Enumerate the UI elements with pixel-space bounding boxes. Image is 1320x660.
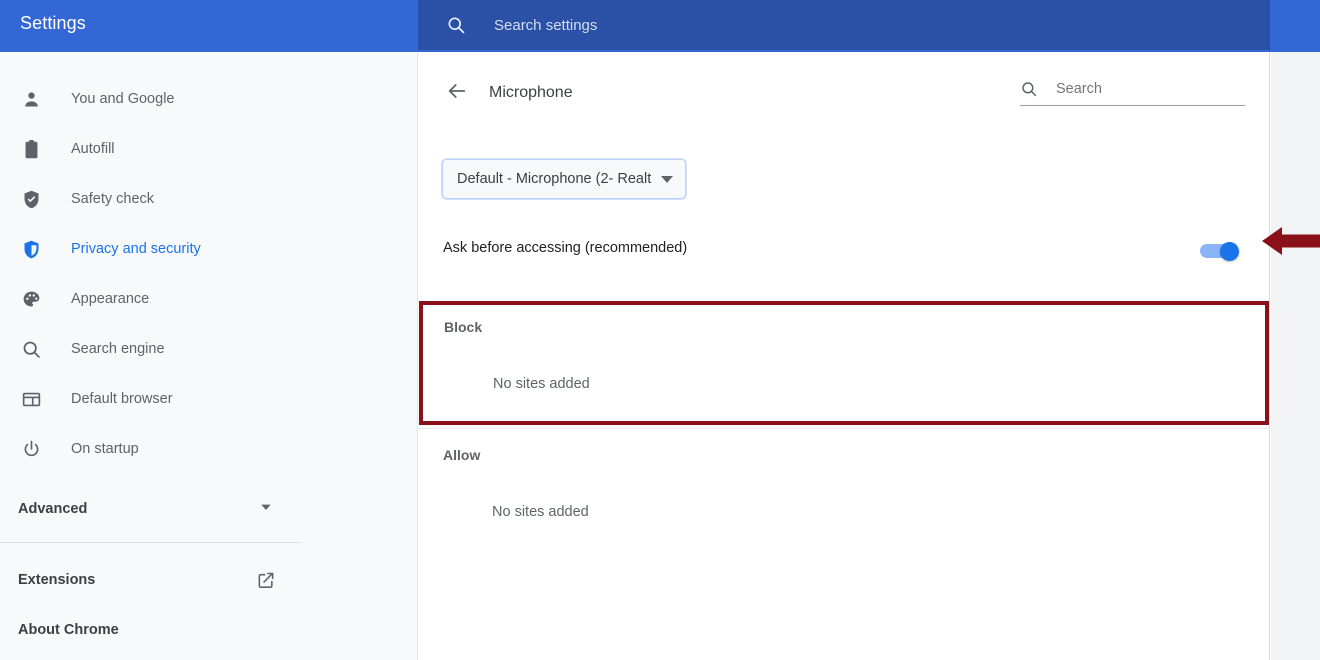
sidebar-item-label: Appearance <box>71 291 150 307</box>
sidebar-extensions-label: Extensions <box>18 572 96 588</box>
page-title: Microphone <box>489 84 573 101</box>
block-section: Block No sites added <box>419 301 1269 425</box>
sidebar-item-label: On startup <box>71 441 139 457</box>
sidebar-item-default-browser[interactable]: Default browser <box>0 374 417 424</box>
sidebar-item-label: Privacy and security <box>71 241 201 257</box>
chevron-down-icon <box>258 499 274 519</box>
settings-page: Settings Search settings You and Google <box>0 0 1320 660</box>
ask-before-accessing-row: Ask before accessing (recommended) <box>418 220 1270 282</box>
toggle-knob <box>1220 242 1239 261</box>
microphone-device-value: Default - Microphone (2- Realt <box>457 171 652 187</box>
sidebar-item-label: You and Google <box>71 91 175 107</box>
sidebar-item-you-and-google[interactable]: You and Google <box>0 74 417 124</box>
person-icon <box>18 86 44 112</box>
power-icon <box>18 436 44 462</box>
sidebar-item-privacy-and-security[interactable]: Privacy and security <box>0 224 417 274</box>
ask-before-accessing-toggle[interactable] <box>1200 242 1246 261</box>
shield-check-icon <box>18 186 44 212</box>
sidebar-item-label: Search engine <box>71 341 165 357</box>
search-icon <box>446 15 466 35</box>
search-input[interactable] <box>1056 81 1226 97</box>
sidebar-advanced-label: Advanced <box>18 501 88 517</box>
sidebar: You and Google Autofill Safety check Pri… <box>0 52 418 660</box>
sidebar-item-about-chrome[interactable]: About Chrome <box>0 605 302 655</box>
content-search-field[interactable] <box>1020 80 1245 106</box>
content-panel: Microphone Default - Microphone (2- Real… <box>418 52 1270 660</box>
sidebar-item-appearance[interactable]: Appearance <box>0 274 417 324</box>
top-bar: Settings Search settings <box>0 0 1320 52</box>
clipboard-icon <box>18 136 44 162</box>
sidebar-item-autofill[interactable]: Autofill <box>0 124 417 174</box>
allow-section-empty-text: No sites added <box>492 504 589 520</box>
caret-down-icon <box>661 175 674 183</box>
allow-section-title: Allow <box>443 447 481 463</box>
block-section-title: Block <box>444 319 483 335</box>
global-search-placeholder: Search settings <box>494 16 598 34</box>
left-arrow-annotation <box>1262 224 1320 263</box>
external-link-icon <box>256 570 276 590</box>
sidebar-item-search-engine[interactable]: Search engine <box>0 324 417 374</box>
search-icon <box>18 336 44 362</box>
sidebar-item-label: Default browser <box>71 391 173 407</box>
microphone-device-select-wrapper: Default - Microphone (2- Realt <box>442 159 687 199</box>
global-search-bar[interactable]: Search settings <box>418 0 1270 50</box>
palette-icon <box>18 286 44 312</box>
search-icon <box>1020 80 1038 98</box>
sidebar-item-advanced[interactable]: Advanced <box>0 484 417 534</box>
right-gutter <box>1271 52 1320 660</box>
sidebar-about-label: About Chrome <box>18 622 119 638</box>
sidebar-item-safety-check[interactable]: Safety check <box>0 174 417 224</box>
sidebar-divider <box>0 542 302 543</box>
block-section-empty-text: No sites added <box>493 376 590 392</box>
sidebar-item-on-startup[interactable]: On startup <box>0 424 417 474</box>
shield-icon <box>18 236 44 262</box>
ask-before-accessing-label: Ask before accessing (recommended) <box>443 240 688 256</box>
sidebar-item-label: Autofill <box>71 141 115 157</box>
back-arrow-icon[interactable] <box>444 78 470 104</box>
microphone-device-select[interactable]: Default - Microphone (2- Realt <box>442 159 687 199</box>
content-header: Microphone <box>418 52 1269 126</box>
sidebar-item-label: Safety check <box>71 191 155 207</box>
browser-window-icon <box>18 386 44 412</box>
sidebar-item-extensions[interactable]: Extensions <box>0 555 302 605</box>
app-title: Settings <box>20 13 86 33</box>
sidebar-nav-list: You and Google Autofill Safety check Pri… <box>0 52 417 474</box>
allow-section: Allow No sites added <box>418 429 1270 549</box>
